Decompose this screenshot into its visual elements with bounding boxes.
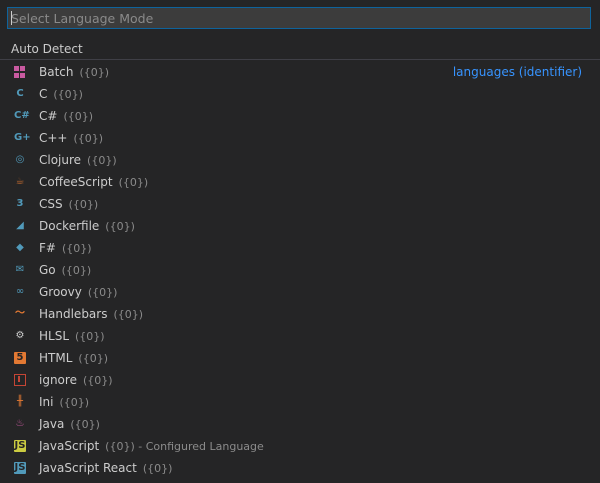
language-description: ({0}): [73, 132, 104, 145]
language-item-javascript[interactable]: JS JavaScript ({0}) - Configured Language: [0, 435, 600, 457]
language-item-javascript-react[interactable]: JS JavaScript React ({0}): [0, 457, 600, 479]
language-label: F#: [39, 241, 56, 255]
language-label: C++: [39, 131, 68, 145]
language-description: ({0}): [70, 418, 100, 431]
language-label: Groovy: [39, 285, 82, 299]
language-list: Batch ({0}) languages (identifier) C C ({0…: [0, 61, 600, 479]
language-detail: languages (identifier): [452, 65, 582, 79]
language-label: JavaScript React: [39, 461, 137, 475]
cpp-icon: G+: [14, 132, 31, 143]
clojure-icon: ◎: [15, 154, 25, 165]
language-label: Go: [39, 263, 56, 277]
language-description: ({0}): [87, 154, 117, 167]
java-icon: ♨: [15, 418, 25, 429]
language-description: ({0}): [82, 374, 113, 387]
language-label: Clojure: [39, 153, 82, 167]
language-item-dockerfile[interactable]: ◢ Dockerfile ({0}): [0, 215, 600, 237]
language-item-java[interactable]: ♨ Java ({0}): [0, 413, 600, 435]
ignore-icon: [14, 374, 26, 386]
handlebars-icon: 〜: [15, 308, 25, 319]
language-description: ({0}): [53, 88, 83, 101]
language-item-css[interactable]: 3 CSS ({0}): [0, 193, 600, 215]
language-description: ({0}): [59, 396, 90, 409]
language-item-groovy[interactable]: ∞ Groovy ({0}): [0, 281, 600, 303]
language-item-clojure[interactable]: ◎ Clojure ({0}): [0, 149, 600, 171]
javascript-react-icon: JS: [14, 462, 26, 474]
auto-detect-option[interactable]: Auto Detect: [11, 40, 83, 58]
language-label: C#: [39, 109, 58, 123]
csharp-icon: C#: [14, 110, 30, 121]
language-description: ({0}): [61, 242, 92, 255]
language-description: ({0}): [142, 462, 173, 475]
gear-icon: ⚙: [15, 330, 25, 341]
language-item-ini[interactable]: ╫ Ini ({0}): [0, 391, 600, 413]
language-description: ({0}): [61, 264, 92, 277]
language-description: ({0}): [79, 66, 110, 79]
language-label: CSS: [39, 197, 63, 211]
windows-icon: [14, 66, 26, 78]
language-label: Dockerfile: [39, 219, 100, 233]
language-description: ({0}): [105, 220, 135, 233]
language-label: C: [39, 87, 48, 101]
html5-icon: 5: [14, 352, 26, 364]
language-label: Batch: [39, 65, 74, 79]
docker-icon: ◢: [16, 220, 24, 231]
language-item-coffeescript[interactable]: ☕ CoffeeScript ({0}): [0, 171, 600, 193]
language-label: Java: [39, 417, 65, 431]
ini-icon: ╫: [16, 396, 24, 407]
language-item-ignore[interactable]: ignore ({0}): [0, 369, 600, 391]
language-item-handlebars[interactable]: 〜 Handlebars ({0}): [0, 303, 600, 325]
language-description: ({0}): [75, 330, 105, 343]
language-label: JavaScript: [39, 439, 100, 453]
language-item-go[interactable]: ✉ Go ({0}): [0, 259, 600, 281]
language-label: Handlebars: [39, 307, 108, 321]
language-description: ({0}): [113, 308, 144, 321]
language-label: ignore: [39, 373, 77, 387]
language-item-batch[interactable]: Batch ({0}) languages (identifier): [0, 61, 600, 83]
language-label: HLSL: [39, 329, 70, 343]
separator: [0, 59, 600, 60]
language-item-cpp[interactable]: G+ C++ ({0}): [0, 127, 600, 149]
fsharp-icon: ◆: [16, 242, 24, 253]
language-search-input-wrapper[interactable]: [7, 7, 591, 29]
language-item-hlsl[interactable]: ⚙ HLSL ({0}): [0, 325, 600, 347]
language-description: ({0}): [63, 110, 94, 123]
language-description: ({0}): [87, 286, 118, 299]
language-search-input[interactable]: [8, 8, 590, 28]
language-item-fsharp[interactable]: ◆ F# ({0}): [0, 237, 600, 259]
groovy-icon: ∞: [15, 286, 25, 297]
coffee-icon: ☕: [15, 176, 25, 187]
language-description: ({0}): [78, 352, 108, 365]
language-description: ({0}): [118, 176, 149, 189]
javascript-icon: JS: [14, 440, 26, 452]
language-item-c[interactable]: C C ({0}): [0, 83, 600, 105]
language-label: HTML: [39, 351, 73, 365]
css-icon: 3: [16, 198, 24, 209]
language-label: Ini: [39, 395, 54, 409]
text-caret: [11, 11, 12, 25]
c-icon: C: [16, 88, 24, 99]
language-label: CoffeeScript: [39, 175, 113, 189]
language-item-html[interactable]: 5 HTML ({0}): [0, 347, 600, 369]
language-mode-picker: Auto Detect Batch ({0}) languages (identi…: [0, 0, 600, 483]
language-description: ({0}): [68, 198, 99, 211]
language-item-csharp[interactable]: C# C# ({0}): [0, 105, 600, 127]
go-icon: ✉: [15, 264, 25, 275]
language-description: ({0}) - Configured Language: [105, 440, 264, 453]
